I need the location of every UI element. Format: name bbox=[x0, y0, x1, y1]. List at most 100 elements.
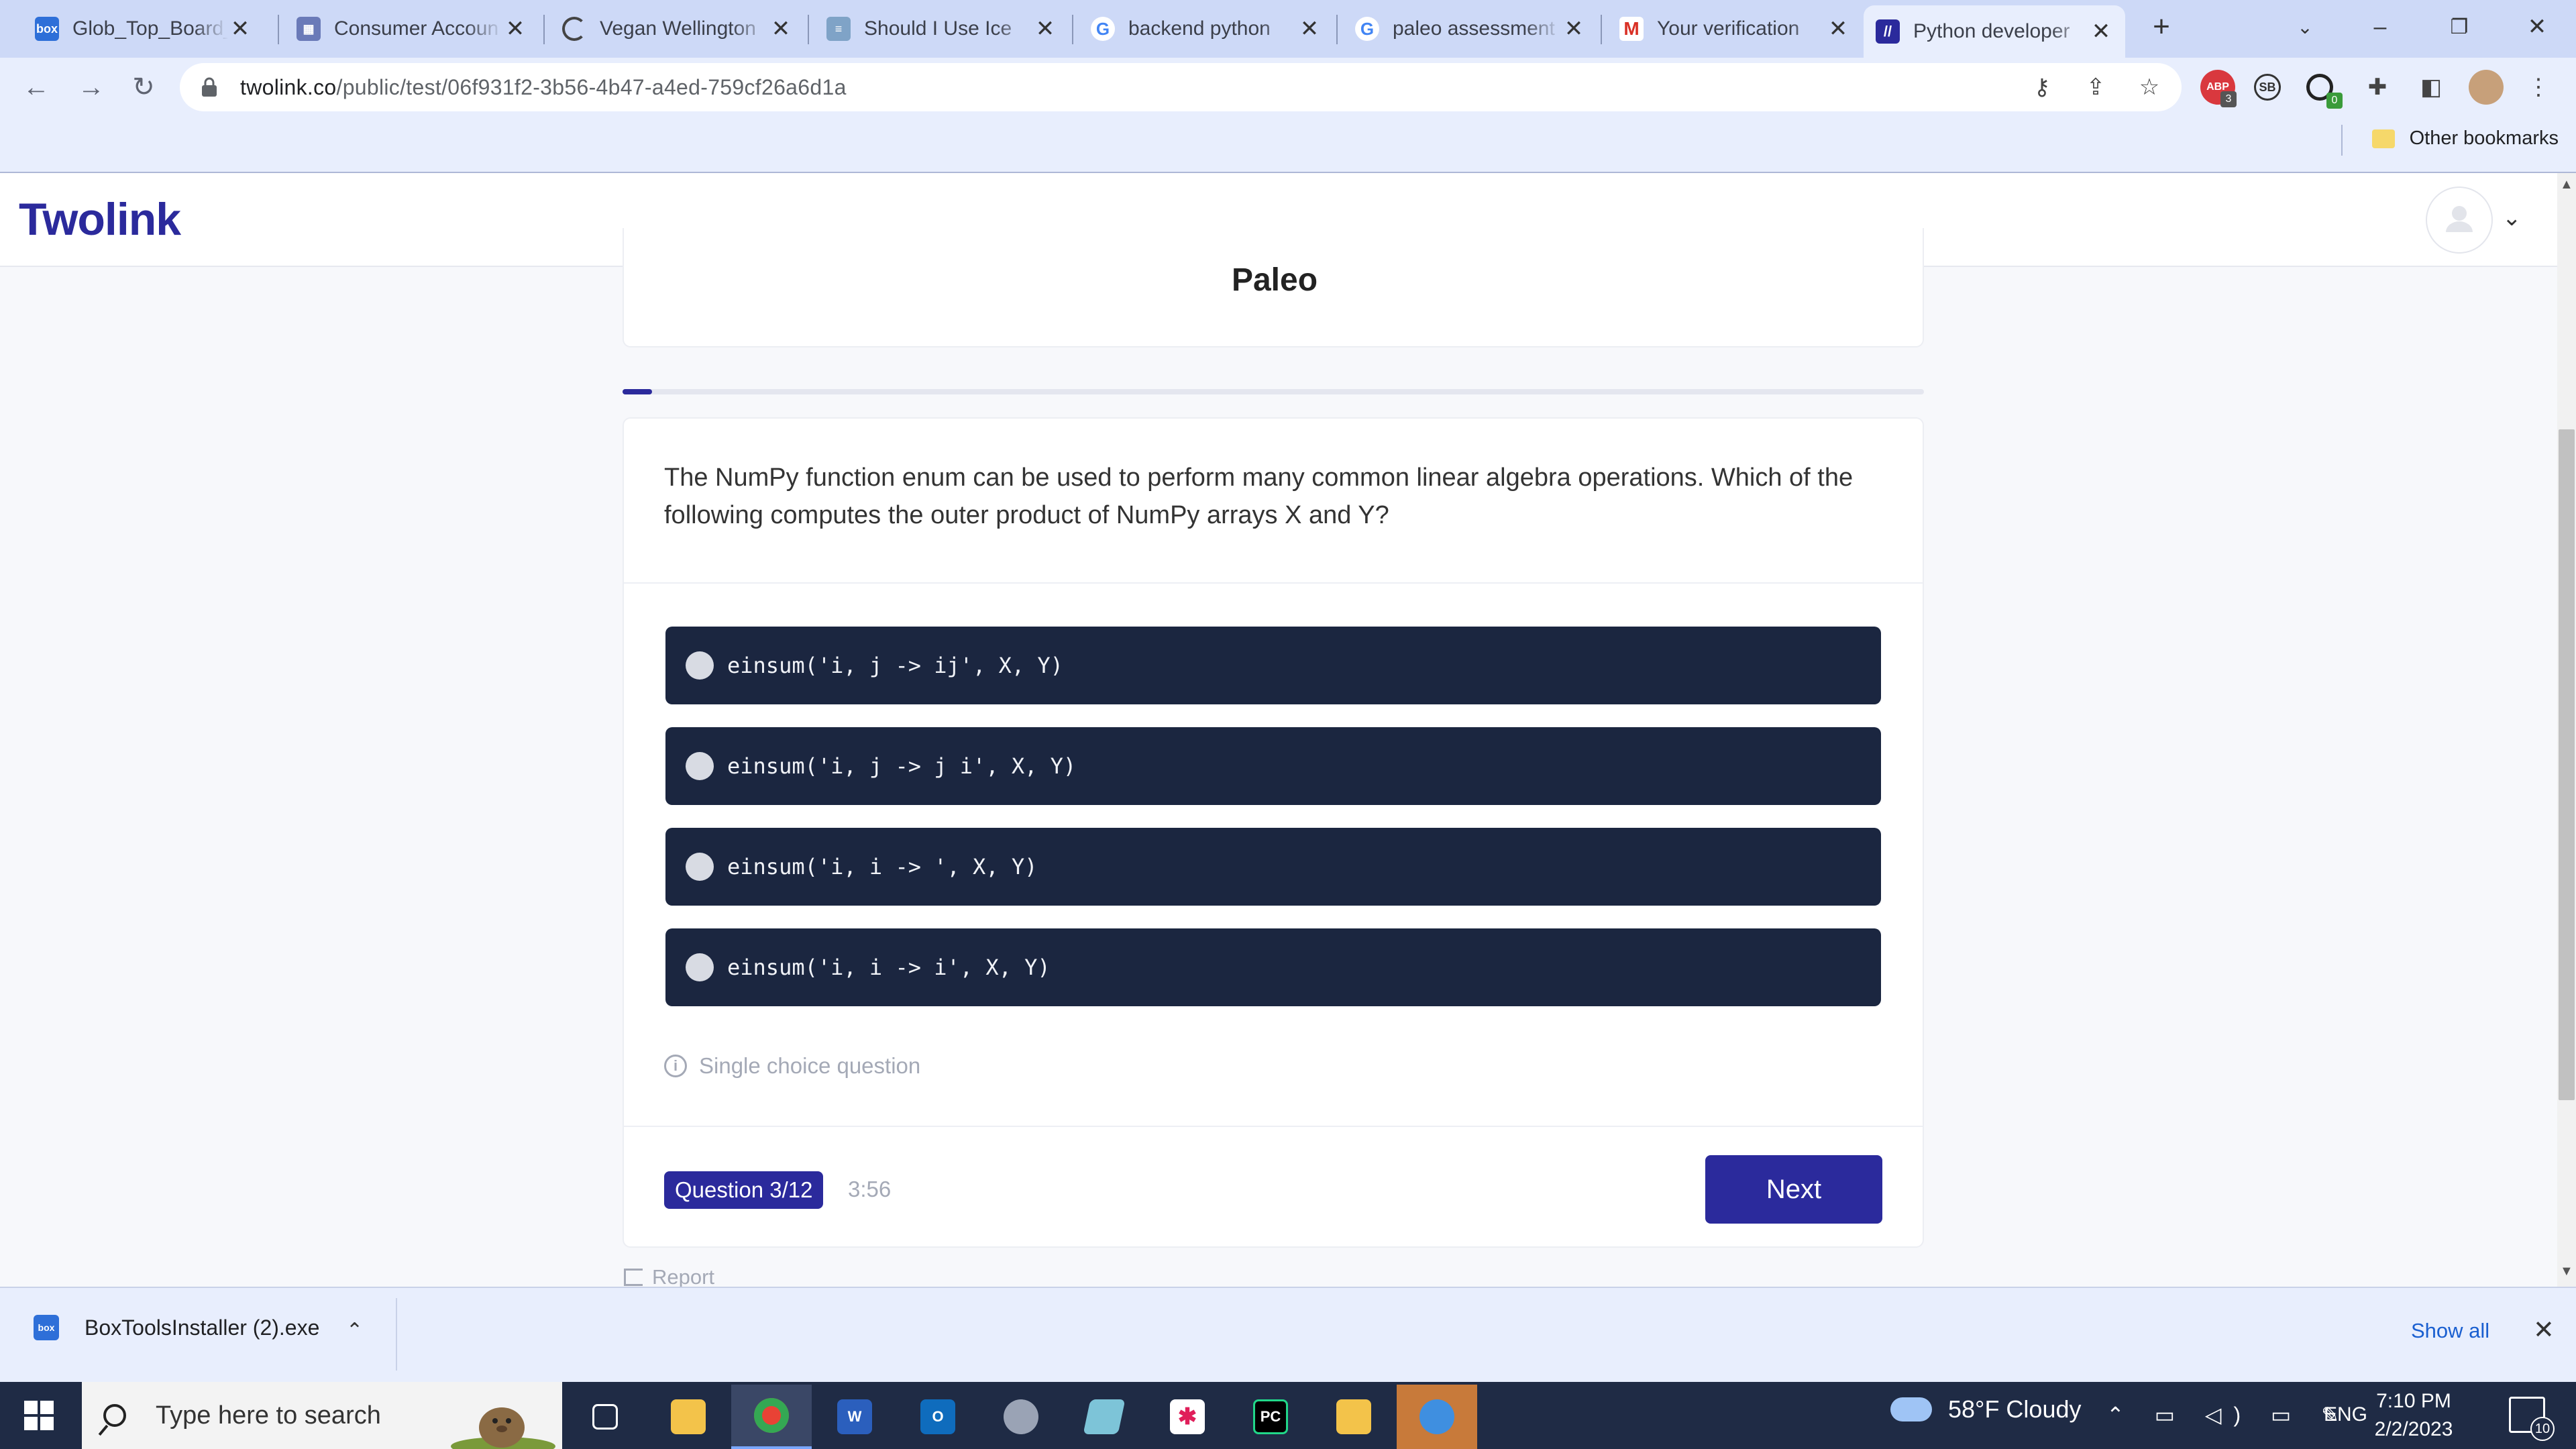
flag-icon bbox=[624, 1269, 643, 1286]
close-icon[interactable]: ✕ bbox=[769, 15, 793, 42]
green-extension-badge: 0 bbox=[2326, 93, 2343, 109]
question-type-hint: i Single choice question bbox=[664, 1053, 920, 1079]
tab-your-verification[interactable]: M Your verification ✕ bbox=[1607, 5, 1862, 52]
chevron-up-icon[interactable]: ⌃ bbox=[346, 1319, 363, 1342]
tab-glob-top-board[interactable]: box Glob_Top_Board_ ✕ bbox=[23, 5, 264, 52]
weather-widget[interactable]: 58°F Cloudy bbox=[1890, 1395, 2082, 1424]
radio-button[interactable] bbox=[686, 752, 714, 780]
spinner-icon bbox=[562, 17, 586, 41]
globe-app-icon[interactable] bbox=[1397, 1385, 1477, 1449]
extensions-puzzle-icon[interactable]: ✚ bbox=[2360, 70, 2395, 105]
twolink-logo[interactable]: Twolink bbox=[19, 193, 181, 246]
tab-separator bbox=[1072, 15, 1073, 44]
share-icon[interactable]: ⇪ bbox=[2078, 70, 2113, 105]
cloud-icon bbox=[1890, 1397, 1932, 1421]
system-tray-icons[interactable]: ⌃ ▭ ◁) ▭ ✎ bbox=[2106, 1402, 2351, 1428]
tab-separator bbox=[808, 15, 809, 44]
forward-button[interactable]: → bbox=[72, 68, 110, 106]
answer-option-3[interactable]: einsum('i, i -> ', X, Y) bbox=[665, 828, 1881, 906]
question-counter-badge: Question 3/12 bbox=[664, 1171, 824, 1209]
tab-consumer-account[interactable]: ▦ Consumer Accoun ✕ bbox=[284, 5, 539, 52]
radio-button[interactable] bbox=[686, 953, 714, 981]
scroll-up-arrow[interactable]: ▲ bbox=[2560, 177, 2573, 193]
google-icon: G bbox=[1091, 17, 1115, 41]
tab-backend-python[interactable]: G backend python ✕ bbox=[1079, 5, 1334, 52]
new-tab-button[interactable]: + bbox=[2135, 7, 2188, 47]
folder-icon[interactable] bbox=[1313, 1385, 1394, 1449]
reload-button[interactable]: ↻ bbox=[125, 68, 162, 106]
show-all-link[interactable]: Show all bbox=[2411, 1319, 2489, 1343]
windows-start-icon[interactable] bbox=[24, 1401, 54, 1430]
pycharm-icon[interactable]: PC bbox=[1230, 1385, 1311, 1449]
close-icon[interactable]: ✕ bbox=[1297, 15, 1322, 42]
answer-option-1[interactable]: einsum('i, j -> ij', X, Y) bbox=[665, 627, 1881, 704]
question-divider bbox=[624, 582, 1923, 584]
document-icon: ≡ bbox=[826, 17, 851, 41]
back-button[interactable]: ← bbox=[17, 68, 55, 106]
minimize-button[interactable]: – bbox=[2353, 7, 2407, 47]
building-icon: ▦ bbox=[297, 17, 321, 41]
progress-track bbox=[623, 389, 1924, 394]
question-text: The NumPy function enum can be used to p… bbox=[664, 464, 1854, 529]
gmail-icon: M bbox=[1619, 17, 1644, 41]
sb-extension-icon[interactable]: SB bbox=[2254, 74, 2281, 101]
chrome-icon[interactable] bbox=[731, 1385, 812, 1449]
close-icon[interactable]: ✕ bbox=[2533, 1315, 2555, 1345]
url-text: twolink.co/public/test/06f931f2-3b56-4b4… bbox=[240, 74, 847, 99]
other-bookmarks[interactable]: Other bookmarks bbox=[2371, 127, 2559, 150]
info-icon: i bbox=[664, 1055, 687, 1077]
progress-fill bbox=[623, 389, 653, 394]
menu-dots-icon[interactable]: ⋮ bbox=[2521, 70, 2556, 105]
bookmark-star-icon[interactable]: ☆ bbox=[2132, 70, 2167, 105]
groundhog-icon bbox=[451, 1407, 555, 1449]
radio-button[interactable] bbox=[686, 853, 714, 881]
scrollbar-thumb[interactable] bbox=[2559, 429, 2575, 1100]
radio-button[interactable] bbox=[686, 651, 714, 680]
bookmarks-divider bbox=[2341, 125, 2343, 156]
user-avatar[interactable] bbox=[2426, 186, 2493, 254]
close-icon[interactable]: ✕ bbox=[2089, 18, 2113, 45]
tab-paleo-assessment[interactable]: G paleo assessment ✕ bbox=[1343, 5, 1598, 52]
window-close-button[interactable]: ✕ bbox=[2510, 7, 2564, 47]
profile-avatar-icon[interactable] bbox=[2469, 70, 2504, 105]
download-shelf bbox=[0, 1287, 2576, 1382]
answer-option-4[interactable]: einsum('i, i -> i', X, Y) bbox=[665, 928, 1881, 1006]
report-link[interactable]: Report bbox=[624, 1265, 714, 1289]
chevron-down-icon[interactable]: ⌄ bbox=[2502, 205, 2522, 231]
folder-icon bbox=[2371, 129, 2395, 148]
password-key-icon[interactable]: ⚷ bbox=[2025, 70, 2059, 105]
file-explorer-icon[interactable] bbox=[648, 1385, 729, 1449]
close-icon[interactable]: ✕ bbox=[1033, 15, 1057, 42]
next-button[interactable]: Next bbox=[1705, 1155, 1882, 1224]
address-bar[interactable]: twolink.co/public/test/06f931f2-3b56-4b4… bbox=[180, 63, 2182, 111]
close-icon[interactable]: ✕ bbox=[503, 15, 527, 42]
box-icon: box bbox=[35, 17, 59, 41]
close-icon[interactable]: ✕ bbox=[228, 15, 252, 42]
task-view-icon[interactable] bbox=[565, 1385, 645, 1449]
side-panel-icon[interactable]: ◧ bbox=[2414, 70, 2449, 105]
tab-separator bbox=[278, 15, 279, 44]
word-icon[interactable]: W bbox=[814, 1385, 895, 1449]
lock-icon bbox=[201, 77, 217, 97]
slack-icon[interactable]: ✱ bbox=[1147, 1385, 1228, 1449]
close-icon[interactable]: ✕ bbox=[1826, 15, 1850, 42]
mouse-app-icon[interactable] bbox=[981, 1385, 1061, 1449]
download-item[interactable]: box BoxToolsInstaller (2).exe bbox=[34, 1315, 319, 1340]
tab-should-i-use-ice[interactable]: ≡ Should I Use Ice ✕ bbox=[814, 5, 1069, 52]
tab-search-chevron-icon[interactable]: ⌄ bbox=[2278, 7, 2332, 47]
twolink-icon: // bbox=[1876, 19, 1900, 44]
tab-python-developer[interactable]: // Python developer ✕ bbox=[1864, 5, 2125, 58]
outlook-icon[interactable]: O bbox=[898, 1385, 978, 1449]
system-clock[interactable]: 7:10 PM 2/2/2023 bbox=[2373, 1387, 2454, 1444]
scroll-down-arrow[interactable]: ▼ bbox=[2560, 1264, 2573, 1279]
tab-vegan-wellington[interactable]: Vegan Wellington ✕ bbox=[550, 5, 805, 52]
notes-app-icon[interactable] bbox=[1064, 1385, 1144, 1449]
close-icon[interactable]: ✕ bbox=[1562, 15, 1586, 42]
language-indicator[interactable]: ENG bbox=[2324, 1403, 2367, 1426]
user-icon bbox=[2446, 206, 2473, 232]
restore-button[interactable]: ❐ bbox=[2432, 7, 2486, 47]
tab-separator bbox=[1336, 15, 1338, 44]
test-title: Paleo bbox=[1231, 262, 1318, 298]
box-icon: box bbox=[34, 1315, 59, 1340]
answer-option-2[interactable]: einsum('i, j -> j i', X, Y) bbox=[665, 727, 1881, 805]
